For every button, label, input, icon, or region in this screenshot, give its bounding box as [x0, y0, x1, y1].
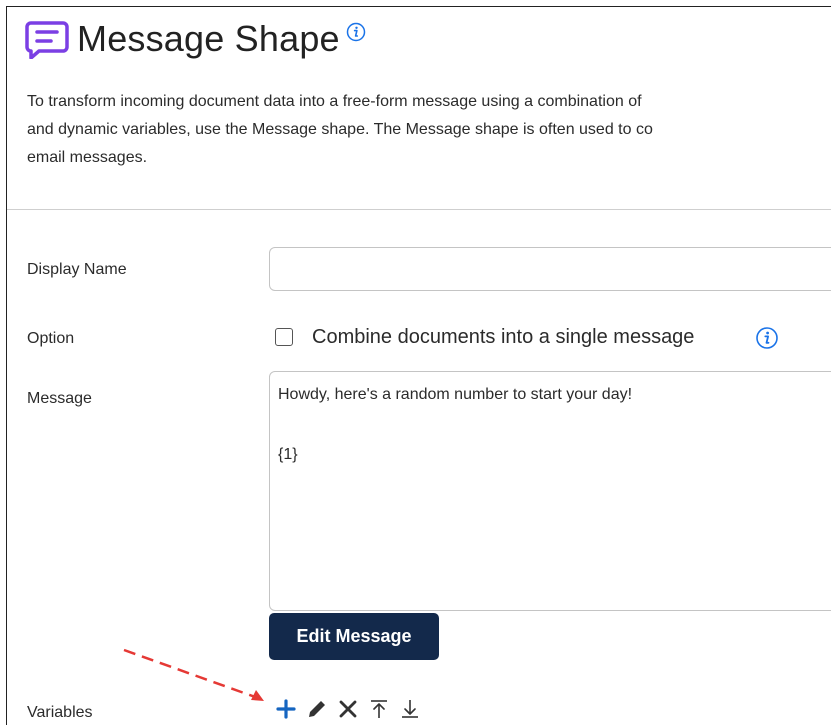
- description-line: and dynamic variables, use the Message s…: [27, 121, 653, 138]
- display-name-input[interactable]: [269, 247, 831, 291]
- variables-toolbar: [275, 697, 430, 721]
- message-shape-panel: Message Shape To transform incoming docu…: [6, 6, 831, 725]
- page-description: To transform incoming document data into…: [27, 88, 831, 172]
- combine-documents-checkbox[interactable]: [275, 328, 293, 346]
- delete-icon[interactable]: [337, 698, 359, 720]
- description-line: email messages.: [27, 149, 148, 166]
- option-label: Option: [27, 330, 75, 347]
- edit-message-button[interactable]: Edit Message: [269, 613, 439, 660]
- move-bottom-icon[interactable]: [399, 698, 421, 720]
- message-line: {1}: [278, 446, 298, 463]
- display-name-label: Display Name: [27, 261, 127, 278]
- message-textarea[interactable]: Howdy, here's a random number to start y…: [269, 371, 831, 611]
- page-title: Message Shape: [77, 18, 340, 59]
- message-icon: [25, 21, 69, 59]
- move-top-icon[interactable]: [368, 698, 390, 720]
- message-label: Message: [27, 390, 92, 407]
- add-icon[interactable]: [275, 698, 297, 720]
- divider: [7, 209, 831, 210]
- header: Message Shape: [25, 19, 366, 59]
- info-icon[interactable]: [346, 22, 366, 42]
- info-icon[interactable]: [755, 326, 779, 350]
- combine-documents-label[interactable]: Combine documents into a single message: [312, 326, 694, 349]
- pencil-icon[interactable]: [306, 698, 328, 720]
- message-line: Howdy, here's a random number to start y…: [278, 386, 633, 403]
- variables-label: Variables: [27, 704, 93, 721]
- description-line: To transform incoming document data into…: [27, 93, 642, 110]
